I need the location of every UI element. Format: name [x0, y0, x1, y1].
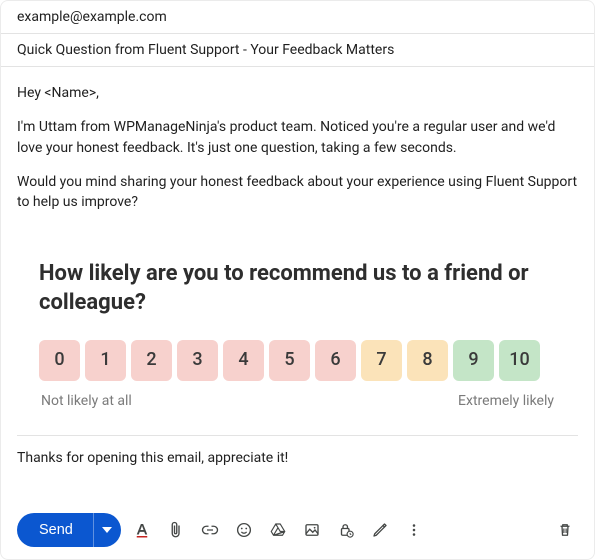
lock-clock-icon — [337, 521, 355, 539]
nps-scale: 012345678910 — [39, 340, 556, 381]
nps-survey-block: How likely are you to recommend us to a … — [17, 242, 578, 420]
subject-text: Quick Question from Fluent Support - You… — [17, 42, 394, 58]
email-body[interactable]: Hey <Name>, I'm Uttam from WPManageNinja… — [1, 67, 594, 503]
chevron-down-icon — [102, 527, 112, 533]
greeting-line: Hey <Name>, — [17, 83, 578, 103]
emoji-icon — [235, 521, 253, 539]
insert-image-button[interactable] — [299, 517, 325, 543]
trash-icon — [556, 521, 574, 539]
send-button[interactable]: Send — [17, 513, 93, 547]
insert-link-button[interactable] — [197, 517, 223, 543]
nps-score-7[interactable]: 7 — [361, 340, 402, 381]
pen-icon — [371, 521, 389, 539]
nps-score-1[interactable]: 1 — [85, 340, 126, 381]
subject-field[interactable]: Quick Question from Fluent Support - You… — [1, 34, 594, 67]
nps-score-10[interactable]: 10 — [499, 340, 540, 381]
send-options-dropdown[interactable] — [93, 513, 121, 547]
closing-line: Thanks for opening this email, appreciat… — [17, 448, 578, 468]
paperclip-icon — [167, 521, 185, 539]
nps-score-3[interactable]: 3 — [177, 340, 218, 381]
discard-draft-button[interactable] — [552, 517, 578, 543]
link-icon — [201, 521, 219, 539]
format-text-button[interactable] — [129, 517, 155, 543]
attach-file-button[interactable] — [163, 517, 189, 543]
kebab-menu-icon — [405, 521, 423, 539]
compose-window: example@example.com Quick Question from … — [0, 0, 595, 560]
paragraph-2: Would you mind sharing your honest feedb… — [17, 172, 578, 213]
horizontal-divider — [17, 435, 578, 436]
drive-icon — [269, 521, 287, 539]
paragraph-1: I'm Uttam from WPManageNinja's product t… — [17, 117, 578, 158]
more-options-button[interactable] — [401, 517, 427, 543]
nps-anchor-low: Not likely at all — [41, 391, 132, 411]
insert-drive-button[interactable] — [265, 517, 291, 543]
confidential-mode-button[interactable] — [333, 517, 359, 543]
to-field[interactable]: example@example.com — [1, 1, 594, 34]
insert-emoji-button[interactable] — [231, 517, 257, 543]
nps-anchor-high: Extremely likely — [458, 391, 554, 411]
nps-question: How likely are you to recommend us to a … — [39, 260, 556, 317]
nps-score-2[interactable]: 2 — [131, 340, 172, 381]
image-icon — [303, 521, 321, 539]
format-text-icon — [133, 521, 151, 539]
nps-score-9[interactable]: 9 — [453, 340, 494, 381]
nps-anchors: Not likely at all Extremely likely — [39, 389, 556, 411]
insert-signature-button[interactable] — [367, 517, 393, 543]
recipient-chip[interactable]: example@example.com — [17, 9, 167, 25]
send-button-group: Send — [17, 513, 121, 547]
nps-score-5[interactable]: 5 — [269, 340, 310, 381]
nps-score-4[interactable]: 4 — [223, 340, 264, 381]
nps-score-6[interactable]: 6 — [315, 340, 356, 381]
nps-score-8[interactable]: 8 — [407, 340, 448, 381]
compose-toolbar: Send — [1, 503, 594, 559]
nps-score-0[interactable]: 0 — [39, 340, 80, 381]
